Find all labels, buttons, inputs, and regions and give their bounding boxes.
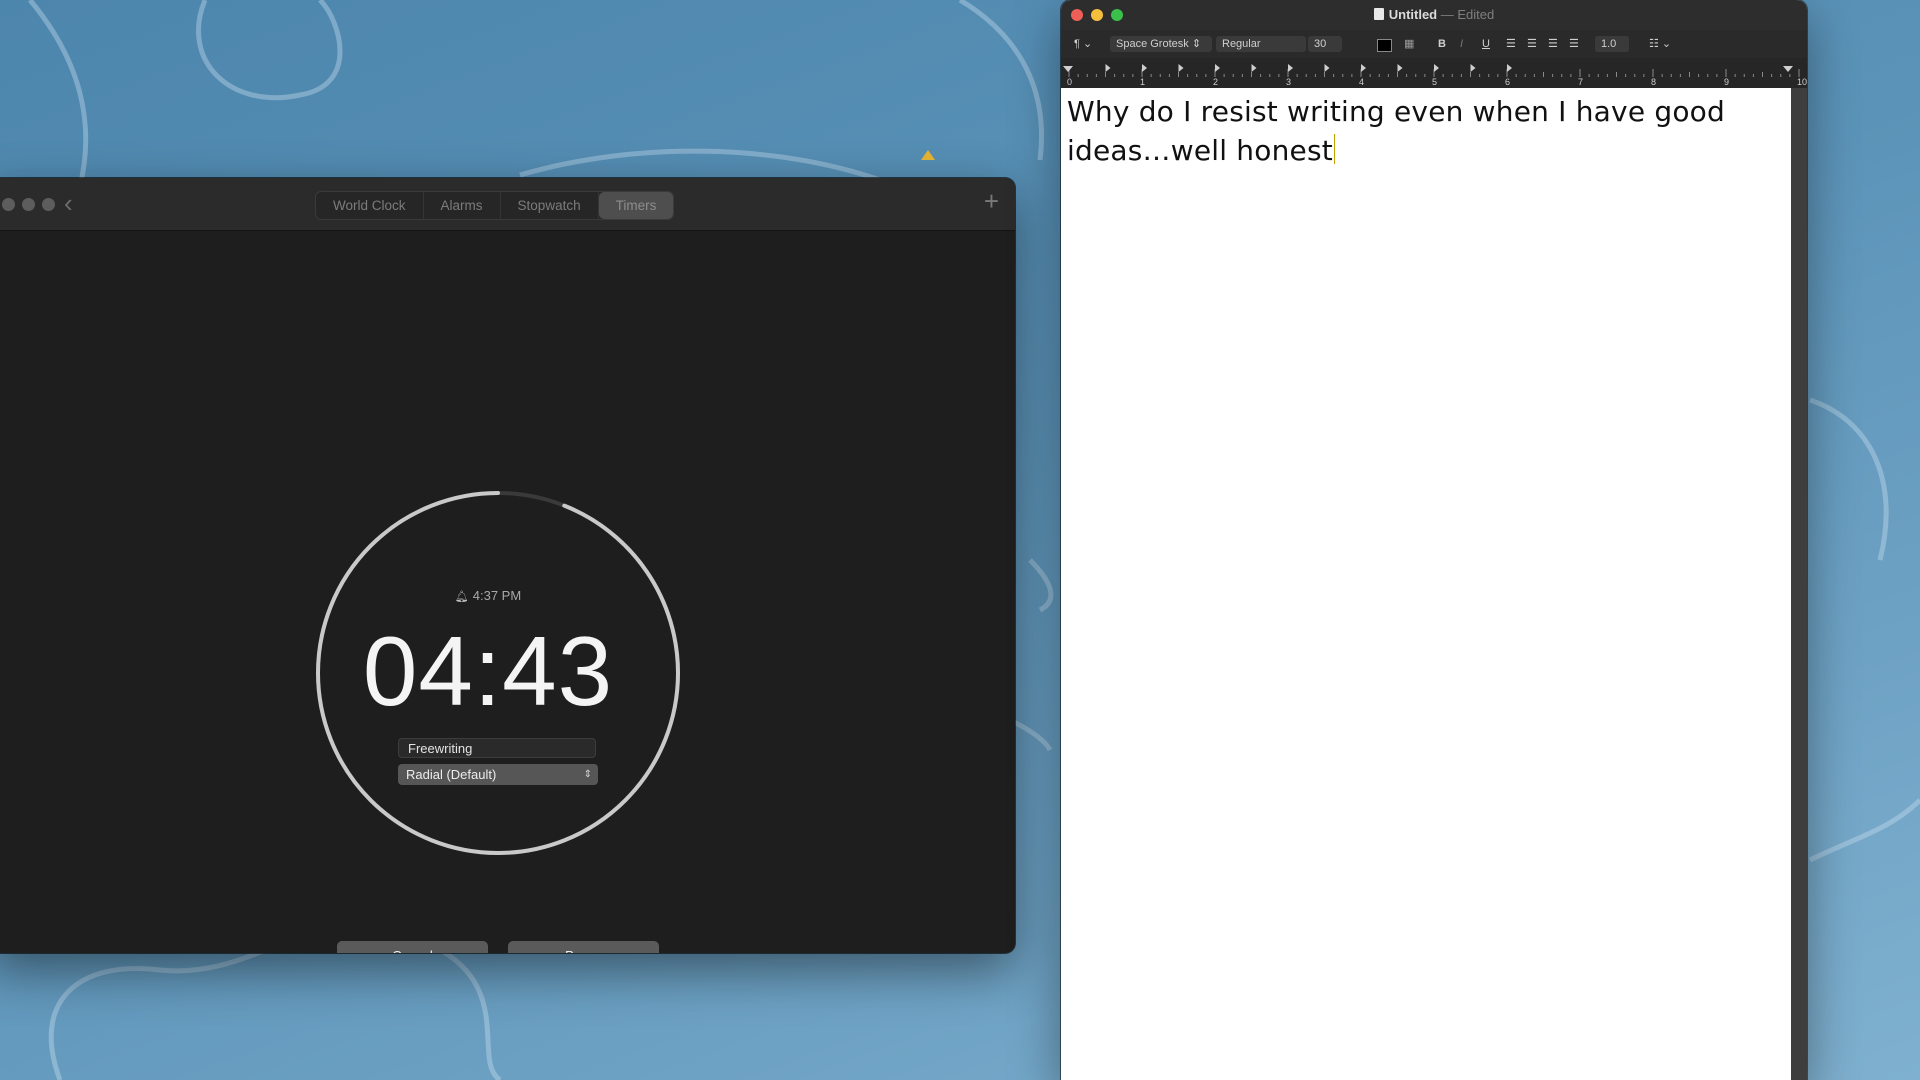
- tab-timers[interactable]: Timers: [598, 192, 674, 219]
- vertical-scrollbar[interactable]: [1791, 88, 1807, 1080]
- tab-stop-icon: [1105, 64, 1111, 72]
- timer-alarm-time: 🔔︎ 4:37 PM: [0, 588, 988, 603]
- ruler-label: 6: [1505, 77, 1510, 87]
- close-button[interactable]: [2, 198, 15, 211]
- timer-style-select[interactable]: Radial (Default) ⇕: [398, 764, 598, 785]
- ruler-label: 10: [1797, 77, 1807, 87]
- ruler-label: 0: [1067, 77, 1072, 87]
- zoom-button[interactable]: [42, 198, 55, 211]
- text-caret: [1333, 134, 1335, 164]
- tab-stop-icon: [1251, 64, 1257, 72]
- clock-window: ‹ World Clock Alarms Stopwatch Timers + …: [0, 178, 1015, 953]
- tab-stop-icon: [1397, 64, 1403, 72]
- ruler-label: 5: [1432, 77, 1437, 87]
- back-chevron-icon[interactable]: ‹: [64, 190, 73, 216]
- minimize-button[interactable]: [22, 198, 35, 211]
- window-title: Untitled — Edited: [1061, 7, 1807, 22]
- ruler-marks: 0 1 2 3 4 5 6 7 8 9 10: [1063, 64, 1807, 87]
- clock-tabs: World Clock Alarms Stopwatch Timers: [315, 191, 675, 220]
- tab-stop-icon: [1361, 64, 1366, 72]
- tab-world-clock[interactable]: World Clock: [316, 192, 424, 219]
- line-spacing-popup[interactable]: 1.0: [1595, 36, 1629, 52]
- list-bullets-icon[interactable]: ☷ ⌄: [1649, 36, 1671, 52]
- alarm-time-text: 4:37 PM: [472, 588, 522, 603]
- justify-icon[interactable]: ☰: [1569, 36, 1579, 52]
- document-text-area[interactable]: Why do I resist writing even when I have…: [1067, 92, 1777, 170]
- paragraph-style-popup[interactable]: ¶ ⌄: [1074, 36, 1092, 52]
- bold-button[interactable]: B: [1438, 36, 1446, 52]
- align-left-icon[interactable]: ☰: [1506, 36, 1516, 52]
- tab-stopwatch[interactable]: Stopwatch: [501, 192, 599, 219]
- bell-icon: 🔔︎: [454, 591, 469, 603]
- ruler-label: 4: [1359, 77, 1364, 87]
- document-text: Why do I resist writing even when I have…: [1067, 95, 1725, 167]
- highlight-color-icon[interactable]: ▦: [1404, 36, 1414, 52]
- add-timer-icon[interactable]: +: [984, 188, 999, 214]
- pause-button[interactable]: Pause: [508, 941, 659, 953]
- textedit-titlebar: Untitled — Edited: [1061, 0, 1807, 30]
- align-right-icon[interactable]: ☰: [1548, 36, 1558, 52]
- document-title: Untitled: [1388, 7, 1438, 22]
- tab-stop-icon: [1324, 64, 1330, 72]
- tab-stop-icon: [1178, 64, 1184, 72]
- ruler[interactable]: 0 1 2 3 4 5 6 7 8 9 10: [1061, 58, 1807, 88]
- tab-stop-icon: [1434, 64, 1439, 72]
- edited-status: Edited: [1457, 7, 1495, 22]
- text-color-swatch[interactable]: [1377, 39, 1392, 52]
- tab-stop-icon: [1288, 64, 1293, 72]
- document-icon: [1373, 8, 1384, 20]
- clock-titlebar: ‹ World Clock Alarms Stopwatch Timers +: [0, 178, 1015, 231]
- format-toolbar: ¶ ⌄ Space Grotesk ⇕ Regular 30 ▦ B I U ☰…: [1061, 30, 1807, 59]
- font-size-field[interactable]: 30: [1308, 36, 1342, 52]
- underline-button[interactable]: U: [1482, 36, 1490, 52]
- left-margin-marker-icon: [1063, 66, 1073, 72]
- cancel-button[interactable]: Cancel: [337, 941, 488, 953]
- timer-style-value: Radial (Default): [406, 767, 497, 782]
- tab-stop-icon: [1142, 64, 1147, 72]
- title-separator: —: [1440, 7, 1454, 22]
- ruler-label: 2: [1213, 77, 1218, 87]
- font-style-popup[interactable]: Regular: [1216, 36, 1306, 52]
- timer-remaining: 04:43: [362, 616, 614, 726]
- timer-label-field[interactable]: Freewriting: [398, 738, 596, 758]
- tab-stop-icon: [1470, 64, 1476, 72]
- updown-chevron-icon: ⇕: [583, 769, 592, 780]
- ruler-label: 9: [1724, 77, 1729, 87]
- align-center-icon[interactable]: ☰: [1527, 36, 1537, 52]
- ruler-label: 1: [1140, 77, 1145, 87]
- tab-stop-icon: [1215, 64, 1220, 72]
- textedit-window: Untitled — Edited ¶ ⌄ Space Grotesk ⇕ Re…: [1061, 0, 1807, 1080]
- document-page[interactable]: Why do I resist writing even when I have…: [1061, 88, 1791, 1080]
- tab-stop-icon: [1507, 64, 1512, 72]
- tab-alarms[interactable]: Alarms: [424, 192, 501, 219]
- font-family-popup[interactable]: Space Grotesk ⇕: [1110, 36, 1212, 52]
- ruler-label: 3: [1286, 77, 1291, 87]
- tree-decoration-icon: [921, 150, 935, 160]
- italic-button[interactable]: I: [1460, 36, 1463, 52]
- right-margin-marker-icon: [1783, 66, 1793, 72]
- ruler-label: 8: [1651, 77, 1656, 87]
- ruler-label: 7: [1578, 77, 1583, 87]
